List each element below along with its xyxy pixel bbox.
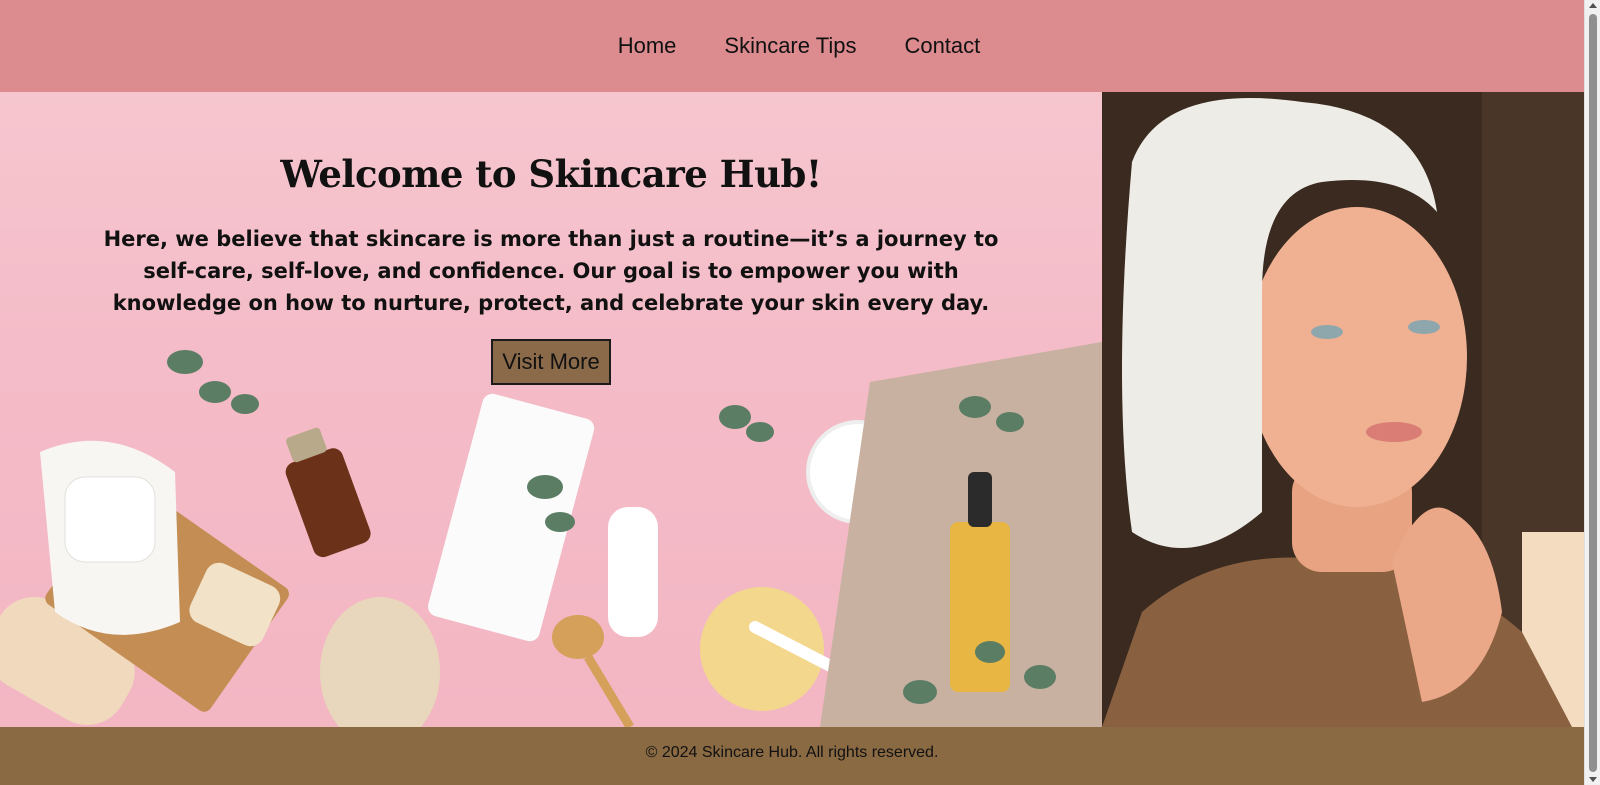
nav-list: Home Skincare Tips Contact — [618, 33, 981, 59]
footer-copyright: © 2024 Skincare Hub. All rights reserved… — [645, 744, 939, 761]
portrait-image — [1102, 92, 1584, 727]
top-navbar: Home Skincare Tips Contact — [0, 0, 1584, 92]
hero-description: Here, we believe that skincare is more t… — [103, 227, 999, 315]
hero-title: Welcome to Skincare Hub! — [280, 152, 822, 196]
scroll-up-arrow-icon[interactable] — [1589, 3, 1597, 8]
nav-link-contact[interactable]: Contact — [904, 33, 980, 58]
nav-item-skincare-tips: Skincare Tips — [724, 33, 856, 59]
nav-link-home[interactable]: Home — [618, 33, 677, 58]
scroll-down-arrow-icon[interactable] — [1589, 777, 1597, 782]
nav-item-home: Home — [618, 33, 677, 59]
portrait-illustration — [1102, 92, 1584, 727]
vertical-scrollbar[interactable] — [1584, 0, 1600, 785]
footer: © 2024 Skincare Hub. All rights reserved… — [0, 727, 1584, 785]
visit-more-button[interactable]: Visit More — [491, 339, 611, 385]
hero-content: Welcome to Skincare Hub! Here, we believ… — [0, 92, 1102, 385]
scrollbar-thumb[interactable] — [1589, 14, 1597, 772]
hero-section: Welcome to Skincare Hub! Here, we believ… — [0, 92, 1102, 727]
nav-item-contact: Contact — [904, 33, 980, 59]
nav-link-skincare-tips[interactable]: Skincare Tips — [724, 33, 856, 58]
